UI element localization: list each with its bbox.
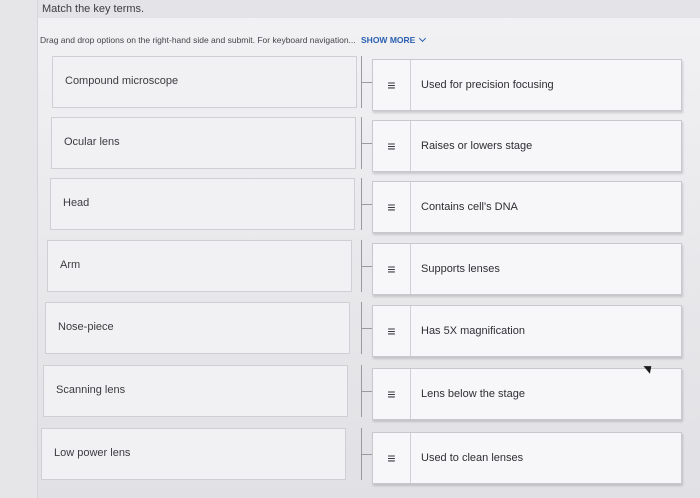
drag-handle-icon[interactable]: ≡ (373, 182, 411, 232)
drag-option[interactable]: ≡ Lens below the stage (372, 368, 682, 420)
term-box: Compound microscope (52, 56, 357, 108)
term-label: Head (63, 197, 90, 209)
drop-connector (361, 117, 374, 169)
drop-connector (361, 56, 374, 108)
term-label: Ocular lens (64, 136, 120, 148)
drag-handle-icon[interactable]: ≡ (373, 244, 411, 294)
term-label: Compound microscope (65, 75, 179, 87)
show-more-label: SHOW MORE (361, 35, 416, 45)
term-label: Nose-piece (58, 321, 114, 333)
question-title: Match the key terms. (42, 3, 145, 15)
instructions: Drag and drop options on the right-hand … (40, 34, 427, 45)
drag-handle-icon[interactable]: ≡ (373, 121, 411, 171)
term-box: Ocular lens (51, 117, 356, 169)
term-label: Scanning lens (56, 384, 126, 396)
drag-option[interactable]: ≡ Has 5X magnification (372, 305, 682, 357)
drag-handle-icon[interactable]: ≡ (373, 369, 411, 419)
drop-connector (361, 240, 374, 292)
drop-connector (361, 178, 374, 230)
term-box: Nose-piece (45, 302, 350, 354)
drag-option[interactable]: ≡ Used for precision focusing (372, 59, 682, 111)
term-box: Head (50, 178, 355, 230)
option-label: Raises or lowers stage (421, 140, 533, 152)
show-more-link[interactable]: SHOW MORE (361, 34, 427, 45)
drop-connector (361, 365, 374, 417)
drop-connector (361, 302, 374, 354)
drag-option[interactable]: ≡ Raises or lowers stage (372, 120, 682, 172)
drag-handle-icon[interactable]: ≡ (373, 306, 411, 356)
option-label: Used for precision focusing (421, 79, 554, 91)
option-label: Used to clean lenses (421, 452, 524, 464)
term-label: Low power lens (54, 447, 131, 459)
left-margin (0, 0, 38, 498)
option-label: Lens below the stage (421, 388, 525, 400)
chevron-down-icon (419, 34, 427, 43)
term-label: Arm (60, 259, 81, 271)
drag-option[interactable]: ≡ Supports lenses (372, 243, 682, 295)
term-box: Arm (47, 240, 352, 292)
drop-connector (361, 428, 374, 480)
option-label: Contains cell's DNA (421, 201, 518, 213)
instructions-text: Drag and drop options on the right-hand … (40, 35, 356, 45)
option-label: Has 5X magnification (421, 325, 525, 337)
drag-option[interactable]: ≡ Contains cell's DNA (372, 181, 682, 233)
drag-handle-icon[interactable]: ≡ (373, 433, 411, 483)
drag-handle-icon[interactable]: ≡ (373, 60, 411, 110)
term-box: Scanning lens (43, 365, 348, 417)
drag-option[interactable]: ≡ Used to clean lenses (372, 432, 682, 484)
option-label: Supports lenses (421, 263, 500, 275)
term-box: Low power lens (41, 428, 346, 480)
